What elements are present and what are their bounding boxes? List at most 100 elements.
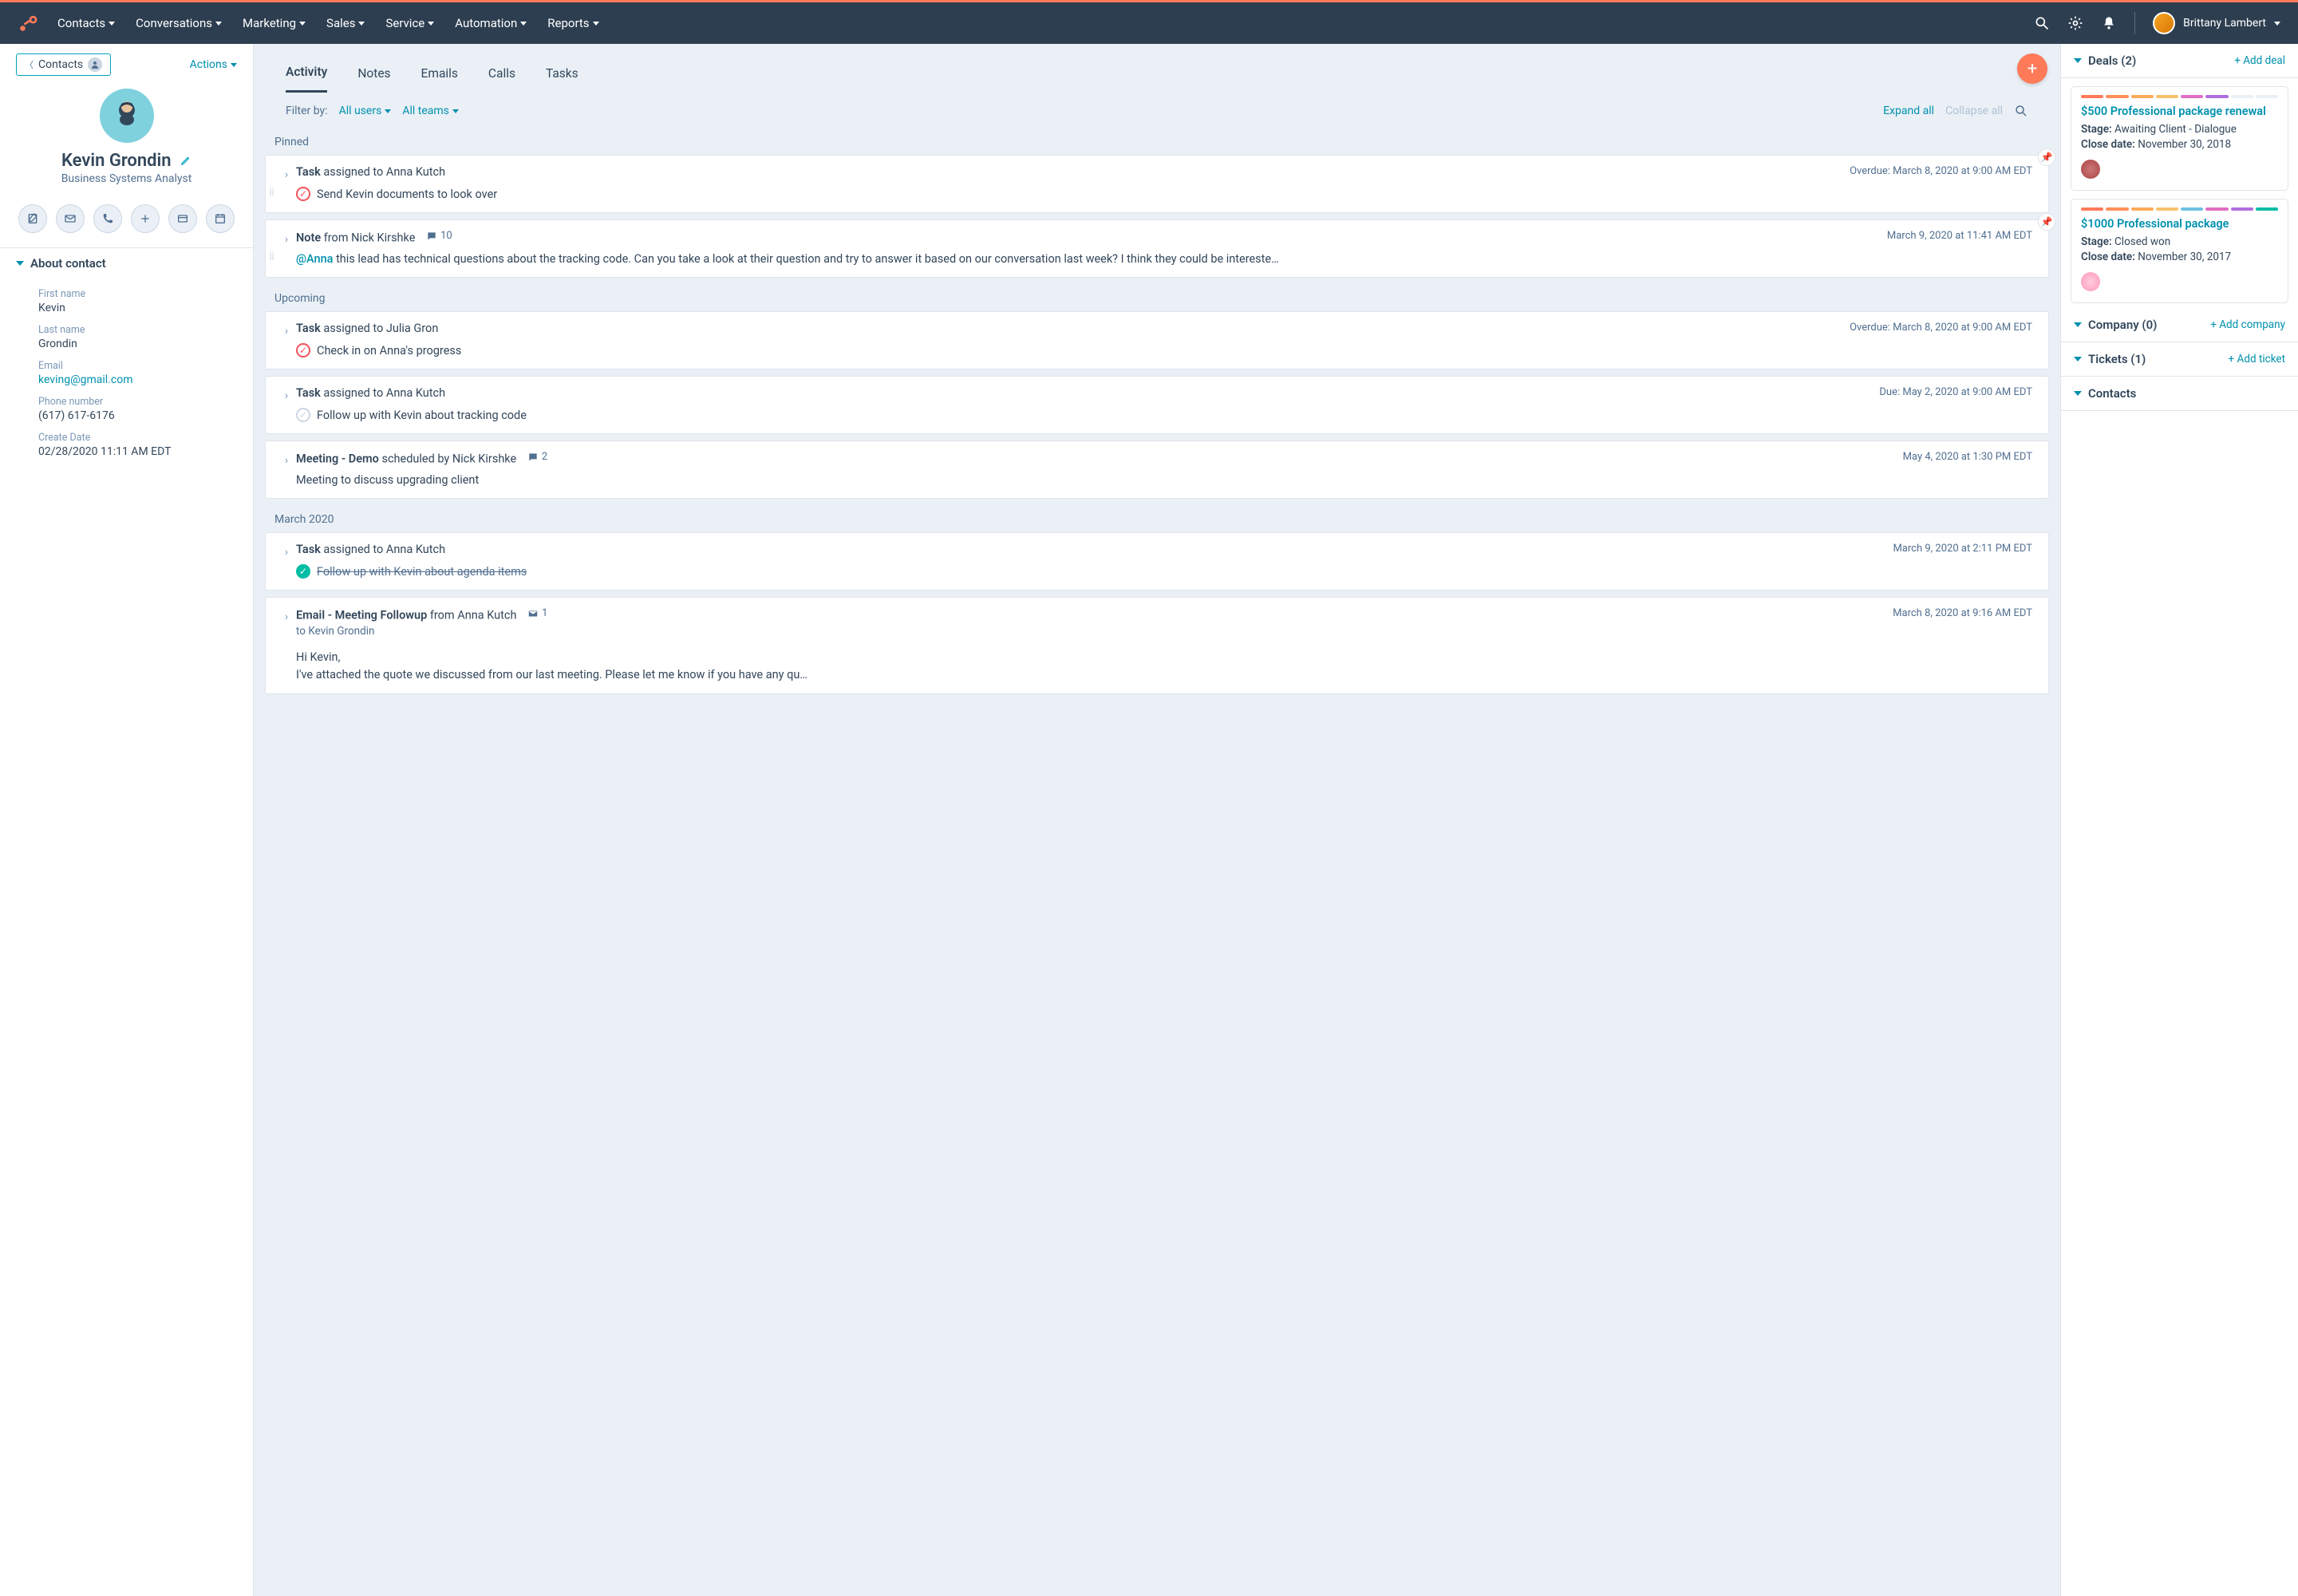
chevron-down-icon (16, 261, 24, 266)
tab-calls[interactable]: Calls (488, 58, 515, 92)
top-nav: Contacts Conversations Marketing Sales S… (0, 2, 2298, 44)
deal-title[interactable]: $500 Professional package renewal (2081, 105, 2278, 118)
card-title: Task assigned to Julia Gron (296, 322, 1840, 335)
activity-card-note[interactable]: 📌 › Note from Nick Kirshke 10 March 9, 2… (265, 219, 2049, 278)
card-title: Task assigned to Anna Kutch (296, 165, 1840, 179)
activity-card-task[interactable]: 📌 › Task assigned to Anna Kutch Overdue:… (265, 155, 2049, 213)
nav-automation[interactable]: Automation (455, 16, 527, 30)
card-timestamp: Overdue: March 8, 2020 at 9:00 AM EDT (1840, 322, 2032, 334)
email-value[interactable]: keving@gmail.com (38, 373, 215, 386)
user-menu[interactable]: Brittany Lambert (2153, 12, 2280, 34)
stage-bar (2081, 207, 2278, 211)
deal-title[interactable]: $1000 Professional package (2081, 217, 2278, 231)
search-icon[interactable] (2034, 15, 2050, 31)
phone-label: Phone number (38, 396, 215, 408)
phone-value[interactable]: (617) 617-6176 (38, 409, 215, 422)
pin-icon[interactable]: 📌 (2038, 148, 2055, 166)
activity-card-task[interactable]: › Task assigned to Anna Kutch Due: May 2… (265, 376, 2049, 434)
tab-activity[interactable]: Activity (286, 57, 327, 93)
card-body: @Anna this lead has technical questions … (296, 251, 1279, 267)
chevron-right-icon[interactable]: › (285, 454, 288, 467)
nav-sales[interactable]: Sales (326, 16, 365, 30)
chevron-right-icon[interactable]: › (285, 168, 288, 181)
card-timestamp: March 9, 2020 at 11:41 AM EDT (1877, 230, 2032, 242)
about-contact-header[interactable]: About contact (0, 247, 253, 279)
add-ticket[interactable]: + Add ticket (2229, 353, 2285, 365)
tab-tasks[interactable]: Tasks (546, 58, 578, 92)
comment-count[interactable]: 2 (527, 451, 547, 463)
chevron-right-icon[interactable]: › (285, 233, 288, 246)
envelope-icon[interactable] (56, 204, 85, 233)
contact-fields: First name Kevin Last name Grondin Email… (0, 288, 253, 463)
nav-reports[interactable]: Reports (547, 16, 598, 30)
deal-card[interactable]: $1000 Professional package Stage: Closed… (2071, 199, 2288, 303)
add-company[interactable]: + Add company (2210, 318, 2285, 331)
chevron-right-icon[interactable]: › (285, 389, 288, 402)
person-icon (88, 57, 102, 72)
stage-bar (2081, 95, 2278, 98)
chevron-right-icon[interactable]: › (285, 546, 288, 559)
task-checkbox[interactable]: ✓ (296, 564, 310, 579)
add-deal[interactable]: + Add deal (2234, 54, 2285, 67)
window-icon[interactable] (168, 204, 197, 233)
tab-emails[interactable]: Emails (421, 58, 458, 92)
contact-profile: Kevin Grondin Business Systems Analyst (0, 82, 253, 196)
hubspot-logo[interactable] (18, 13, 38, 34)
chevron-down-icon (2074, 58, 2082, 63)
card-title: Email - Meeting Followup from Anna Kutch… (296, 607, 1883, 622)
actions-dropdown[interactable]: Actions (190, 58, 237, 71)
chevron-right-icon[interactable]: › (285, 610, 288, 623)
first-name-label: First name (38, 288, 215, 300)
first-name-value[interactable]: Kevin (38, 302, 215, 314)
owner-avatar[interactable] (2081, 272, 2100, 291)
back-to-contacts[interactable]: 〈 Contacts (16, 53, 111, 76)
card-body: Follow up with Kevin about agenda items (317, 563, 527, 580)
drag-handle-icon[interactable]: ⠿⠿ (269, 191, 274, 196)
pencil-icon[interactable] (180, 151, 192, 171)
email-count[interactable]: 1 (527, 607, 547, 619)
task-checkbox[interactable]: ✓ (296, 187, 310, 201)
left-panel: 〈 Contacts Actions Kevin Grondin Busines… (0, 44, 254, 1596)
nav-contacts[interactable]: Contacts (57, 16, 115, 30)
gear-icon[interactable] (2067, 15, 2083, 31)
search-icon[interactable] (2014, 104, 2028, 118)
nav-marketing[interactable]: Marketing (243, 16, 306, 30)
bell-icon[interactable] (2101, 15, 2117, 31)
tabs-row: Activity Notes Emails Calls Tasks + (265, 55, 2049, 93)
filter-users[interactable]: All users (339, 105, 392, 117)
email-body: Hi Kevin, I've attached the quote we dis… (277, 638, 2032, 684)
task-checkbox[interactable]: ✓ (296, 343, 310, 358)
task-checkbox[interactable]: ✓ (296, 408, 310, 422)
filter-row: Filter by: All users All teams Expand al… (265, 93, 2049, 128)
activity-card-email[interactable]: › Email - Meeting Followup from Anna Kut… (265, 597, 2049, 694)
pin-icon[interactable]: 📌 (2038, 213, 2055, 231)
mention[interactable]: @Anna (296, 252, 333, 266)
card-title: Meeting - Demo scheduled by Nick Kirshke… (296, 451, 1893, 466)
card-timestamp: March 9, 2020 at 2:11 PM EDT (1883, 543, 2032, 555)
contact-avatar[interactable] (100, 89, 154, 143)
add-button[interactable]: + (2017, 53, 2047, 84)
note-icon[interactable] (18, 204, 47, 233)
filter-teams[interactable]: All teams (402, 105, 459, 117)
group-pinned: Pinned (265, 128, 2049, 155)
chevron-right-icon[interactable]: › (285, 325, 288, 338)
calendar-icon[interactable] (206, 204, 235, 233)
workspace: 〈 Contacts Actions Kevin Grondin Busines… (0, 44, 2298, 1596)
activity-card-meeting[interactable]: › Meeting - Demo scheduled by Nick Kirsh… (265, 440, 2049, 499)
activity-card-task[interactable]: › Task assigned to Julia Gron Overdue: M… (265, 311, 2049, 369)
phone-icon[interactable] (93, 204, 122, 233)
expand-all[interactable]: Expand all (1883, 105, 1934, 117)
drag-handle-icon[interactable]: ⠿⠿ (269, 255, 274, 260)
nav-conversations[interactable]: Conversations (136, 16, 222, 30)
filter-label: Filter by: (286, 105, 328, 117)
owner-avatar[interactable] (2081, 160, 2100, 179)
comment-count[interactable]: 10 (426, 230, 452, 242)
collapse-all: Collapse all (1945, 105, 2003, 117)
tab-notes[interactable]: Notes (357, 58, 390, 92)
nav-service[interactable]: Service (385, 16, 434, 30)
contact-actions (0, 196, 253, 247)
last-name-value[interactable]: Grondin (38, 338, 215, 350)
activity-card-task[interactable]: › Task assigned to Anna Kutch March 9, 2… (265, 532, 2049, 591)
deal-card[interactable]: $500 Professional package renewal Stage:… (2071, 86, 2288, 191)
plus-icon[interactable] (131, 204, 160, 233)
